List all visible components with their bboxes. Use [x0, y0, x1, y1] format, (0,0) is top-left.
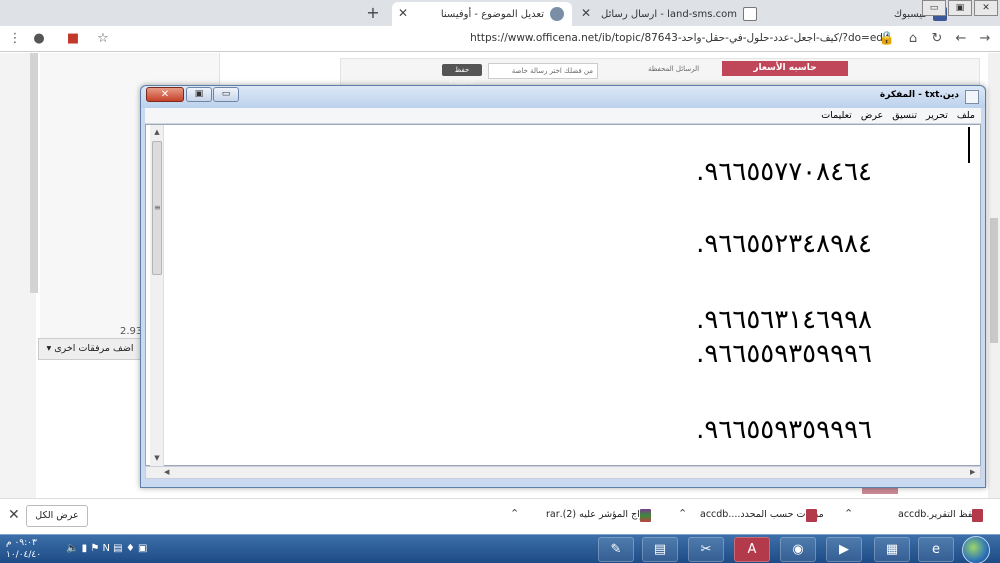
menu-format[interactable]: تنسيق	[892, 108, 917, 123]
minimize-button[interactable]: ▭	[922, 0, 946, 16]
onenote-tray-icon[interactable]: N	[103, 543, 110, 554]
text-line: ٩٦٦٥٥٧٧٠٨٤٦٤.	[696, 157, 872, 187]
show-all-downloads-button[interactable]: عرض الكل	[26, 505, 88, 527]
menu-dots-icon[interactable]: ⋮	[6, 30, 24, 48]
scroll-up-icon[interactable]: ▲	[152, 127, 162, 137]
chrome-taskbar-icon[interactable]: ◉	[780, 537, 816, 562]
close-tab-icon[interactable]: ✕	[581, 6, 591, 20]
text-caret	[968, 127, 970, 163]
notepad-title: دين.txt - المفكرة	[879, 90, 959, 100]
chevron-up-icon[interactable]: ⌃	[678, 507, 687, 520]
bookmark-star-icon[interactable]: ☆	[94, 30, 112, 48]
notepad-horizontal-scrollbar[interactable]: ◀ ▶	[145, 466, 981, 479]
notepad-menubar: ملف تحرير تنسيق عرض تعليمات	[145, 108, 981, 124]
clock-time: ٠٩:٠٣ م	[6, 538, 37, 548]
saved-message-select[interactable]: من فضلك اختر رسالة خاصة	[488, 63, 598, 79]
signal-icon[interactable]: ▮	[82, 543, 88, 554]
profile-icon[interactable]: ●	[30, 30, 48, 48]
paint-taskbar-icon[interactable]: ✎	[598, 537, 634, 562]
pdf-extension-icon[interactable]: ■	[64, 30, 82, 48]
scrollbar-thumb[interactable]	[990, 218, 998, 343]
flag-icon[interactable]: ⚑	[90, 543, 99, 554]
upload-size-text: 2.93	[120, 326, 143, 337]
menu-edit[interactable]: تحرير	[926, 108, 948, 123]
access-file-icon	[972, 509, 983, 522]
notepad-taskbar-icon[interactable]: ▤	[642, 537, 678, 562]
downloads-bar: ✕ عرض الكل ⌃ ادراج المؤشر عليه (2).rar ⌃…	[0, 498, 1000, 534]
tray-app-icon[interactable]: ▣	[138, 543, 147, 554]
file-explorer-taskbar-icon[interactable]: ▦	[874, 537, 910, 562]
internet-explorer-taskbar-icon[interactable]: e	[918, 537, 954, 562]
price-calculator-banner[interactable]: حاسبه الأسعار	[722, 61, 848, 76]
notepad-maximize-button[interactable]: ▣	[186, 87, 212, 102]
new-tab-button[interactable]: +	[362, 2, 384, 24]
browser-tab-strip: فيسبوك تعديل الموضوع - أوفيسنا ✕ land-sm…	[0, 0, 1000, 26]
scroll-down-icon[interactable]: ▼	[152, 453, 162, 463]
text-line: ٩٦٦٥٥٢٣٤٨٩٨٤.	[696, 229, 872, 259]
notepad-close-button[interactable]: ✕	[146, 87, 184, 102]
notepad-minimize-button[interactable]: ▭	[213, 87, 239, 102]
rar-file-icon	[640, 509, 651, 522]
notepad-vertical-scrollbar[interactable]: ▲ ≡ ▼	[150, 125, 164, 467]
menu-view[interactable]: عرض	[861, 108, 883, 123]
scroll-grip-icon: ≡	[154, 203, 161, 212]
officena-icon	[550, 7, 564, 21]
windows-taskbar: ٠٩:٠٣ م ١٠/٠٤/٤٠ 🔈 ▮ ⚑ N ▤ ♦ ▣ ✎ ▤ ✂ A ◉…	[0, 534, 1000, 563]
menu-file[interactable]: ملف	[957, 108, 975, 123]
close-window-button[interactable]: ✕	[974, 0, 998, 16]
system-clock[interactable]: ٠٩:٠٣ م ١٠/٠٤/٤٠	[6, 537, 41, 561]
volume-icon[interactable]: 🔈	[66, 543, 78, 554]
saved-messages-label: الرسائل المحفظة	[648, 65, 700, 73]
access-file-icon	[806, 509, 817, 522]
tab-land-sms[interactable]: land-sms.com - ارسال رسائل ✕	[575, 2, 765, 26]
text-line: ٩٦٦٥٦٣١٤٦٩٩٨.	[696, 305, 872, 335]
browser-toolbar: ⋮ ● ■ ☆ https://www.officena.net/ib/topi…	[0, 26, 1000, 52]
system-tray: 🔈 ▮ ⚑ N ▤ ♦ ▣	[66, 543, 147, 554]
url-text[interactable]: https://www.officena.net/ib/topic/87643-…	[440, 32, 890, 44]
notepad-titlebar[interactable]: دين.txt - المفكرة ✕ ▣ ▭	[141, 86, 985, 108]
scroll-left-icon[interactable]: ◀	[164, 468, 169, 476]
add-attachments-button[interactable]: اضف مرفقات اخرى ▾	[38, 338, 142, 360]
notepad-text-area[interactable]: ▲ ≡ ▼ ٩٦٦٥٥٧٧٠٨٤٦٤. ٩٦٦٥٥٢٣٤٨٩٨٤. ٩٦٦٥٦٣…	[145, 124, 981, 467]
page-left-scrollbar[interactable]	[30, 53, 38, 293]
home-icon[interactable]: ⌂	[904, 30, 922, 48]
chevron-up-icon[interactable]: ⌃	[510, 507, 519, 520]
text-line: ٩٦٦٥٥٩٣٥٩٩٩٦.	[696, 339, 872, 369]
notepad-window: دين.txt - المفكرة ✕ ▣ ▭ ملف تحرير تنسيق …	[140, 85, 986, 488]
close-downloads-icon[interactable]: ✕	[8, 507, 20, 523]
back-icon[interactable]: →	[976, 30, 994, 48]
media-player-taskbar-icon[interactable]: ▶	[826, 537, 862, 562]
notepad-icon	[965, 90, 979, 104]
tab-title: تعديل الموضوع - أوفيسنا	[440, 8, 544, 20]
window-controls: ▭ ▣ ✕	[922, 0, 1000, 16]
page-icon	[743, 7, 757, 21]
text-line: ٩٦٦٥٥٩٣٥٩٩٩٦.	[696, 415, 872, 445]
menu-help[interactable]: تعليمات	[821, 108, 852, 123]
forward-icon[interactable]: ←	[952, 30, 970, 48]
reload-icon[interactable]: ↻	[928, 30, 946, 48]
close-tab-icon[interactable]: ✕	[398, 6, 408, 20]
scroll-right-icon[interactable]: ▶	[970, 468, 975, 476]
chevron-up-icon[interactable]: ⌃	[844, 507, 853, 520]
download-item[interactable]: حفظ التقرير.accdb	[898, 509, 978, 520]
network-icon[interactable]: ▤	[113, 543, 122, 554]
shield-icon[interactable]: ♦	[126, 543, 135, 554]
clock-date: ١٠/٠٤/٤٠	[6, 550, 42, 560]
page-scrollbar[interactable]	[988, 53, 1000, 498]
access-taskbar-icon[interactable]: A	[734, 537, 770, 562]
save-draft-button[interactable]: حفظ للمسودة	[442, 64, 482, 86]
snipping-taskbar-icon[interactable]: ✂	[688, 537, 724, 562]
download-item[interactable]: ادراج المؤشر عليه (2).rar	[546, 509, 651, 520]
lock-icon[interactable]: 🔒	[878, 30, 896, 48]
tab-title: land-sms.com - ارسال رسائل	[601, 8, 737, 20]
start-button[interactable]	[962, 536, 990, 563]
tab-edit-topic[interactable]: تعديل الموضوع - أوفيسنا ✕	[392, 2, 572, 26]
maximize-button[interactable]: ▣	[948, 0, 972, 16]
